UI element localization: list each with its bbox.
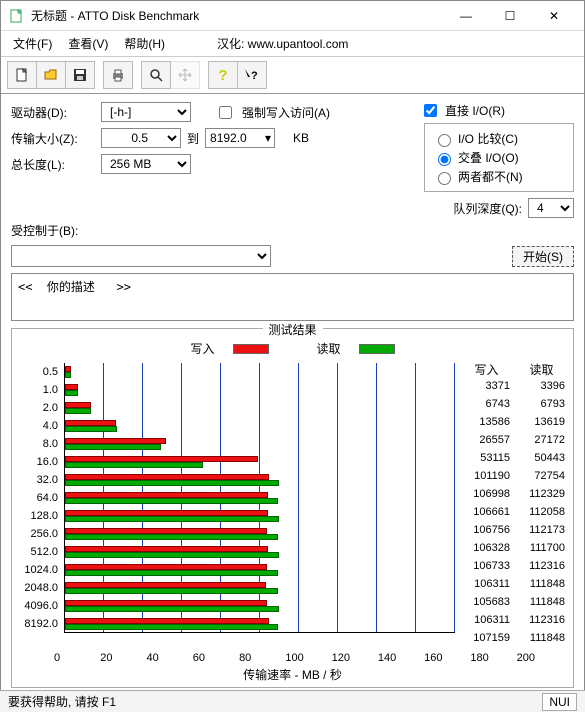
start-button[interactable]: 开始(S): [512, 246, 574, 267]
chart-x-label: 传输速率 - MB / 秒: [16, 666, 569, 683]
minimize-button[interactable]: ―: [444, 2, 488, 30]
overlap-label: 交叠 I/O(O): [458, 149, 519, 166]
drive-label: 驱动器(D):: [11, 104, 95, 121]
bar-read: [65, 534, 278, 540]
legend-write-label: 写入: [190, 340, 214, 357]
legend-write-swatch: [233, 344, 269, 354]
overlap-radio[interactable]: [438, 153, 451, 166]
directio-checkbox[interactable]: [424, 104, 437, 117]
xfer-to-input[interactable]: [205, 128, 275, 148]
open-button[interactable]: [36, 61, 66, 89]
force-write-checkbox[interactable]: [219, 106, 232, 119]
legend-read-label: 读取: [317, 340, 341, 357]
localization-credit: 汉化: www.upantool.com: [217, 35, 348, 52]
description-textarea[interactable]: [11, 273, 574, 321]
bar-read: [65, 624, 278, 630]
neither-label: 两者都不(N): [458, 168, 523, 185]
io-mode-group: I/O 比较(C) 交叠 I/O(O) 两者都不(N): [424, 123, 574, 192]
bar-read: [65, 606, 279, 612]
bar-read: [65, 480, 279, 486]
maximize-button[interactable]: ☐: [488, 2, 532, 30]
bar-read: [65, 552, 279, 558]
status-text: 要获得帮助, 请按 F1: [8, 693, 116, 710]
move-button[interactable]: [170, 61, 200, 89]
context-help-button[interactable]: ?: [237, 61, 267, 89]
window-title: 无标题 - ATTO Disk Benchmark: [31, 7, 444, 24]
about-button[interactable]: ?: [208, 61, 238, 89]
iocompare-label: I/O 比较(C): [458, 130, 518, 147]
controlled-label: 受控制于(B):: [11, 222, 78, 239]
neither-radio[interactable]: [438, 172, 451, 185]
menu-view[interactable]: 查看(V): [68, 35, 108, 52]
bar-read: [65, 588, 278, 594]
zoom-button[interactable]: [141, 61, 171, 89]
kb-label: KB: [293, 131, 309, 145]
bar-read: [65, 444, 161, 450]
chart-canvas: [64, 363, 455, 633]
results-title: 测试结果: [262, 321, 322, 338]
valtable-read-hdr: 读取: [514, 361, 569, 378]
bar-read: [65, 498, 278, 504]
results-group: 测试结果 写入 读取 0.51.02.04.08.016.032.064.012…: [11, 328, 574, 688]
valtable-write-hdr: 写入: [459, 361, 514, 378]
xfersize-label: 传输大小(Z):: [11, 130, 95, 147]
close-button[interactable]: ✕: [532, 2, 576, 30]
chart-y-labels: 0.51.02.04.08.016.032.064.0128.0256.0512…: [16, 363, 60, 633]
totallen-select[interactable]: 256 MB: [101, 154, 191, 174]
status-right: NUI: [542, 693, 577, 711]
save-button[interactable]: [65, 61, 95, 89]
bar-read: [65, 516, 279, 522]
bar-read: [65, 462, 203, 468]
force-write-label: 强制写入访问(A): [242, 104, 330, 121]
drive-select[interactable]: [-h-]: [101, 102, 191, 122]
menu-help[interactable]: 帮助(H): [124, 35, 165, 52]
xfer-from-select[interactable]: 0.5: [101, 128, 181, 148]
directio-label: 直接 I/O(R): [445, 102, 505, 119]
value-table: 写入 读取 3371339667436793135861361926557271…: [459, 361, 569, 650]
app-icon: [9, 8, 25, 24]
bar-read: [65, 372, 71, 378]
queuedepth-label: 队列深度(Q):: [453, 200, 522, 217]
totallen-label: 总长度(L):: [11, 156, 95, 173]
chart-x-axis: 020406080100120140160180200: [16, 652, 569, 664]
menu-file[interactable]: 文件(F): [13, 35, 52, 52]
queuedepth-select[interactable]: 4: [528, 198, 574, 218]
svg-text:?: ?: [251, 70, 258, 82]
legend-read-swatch: [359, 344, 395, 354]
bar-read: [65, 570, 278, 576]
bar-read: [65, 390, 78, 396]
to-label: 到: [187, 130, 199, 147]
bar-read: [65, 426, 117, 432]
controlled-select[interactable]: [11, 245, 271, 267]
bar-read: [65, 408, 91, 414]
iocompare-radio[interactable]: [438, 134, 451, 147]
print-button[interactable]: [103, 61, 133, 89]
new-button[interactable]: [7, 61, 37, 89]
